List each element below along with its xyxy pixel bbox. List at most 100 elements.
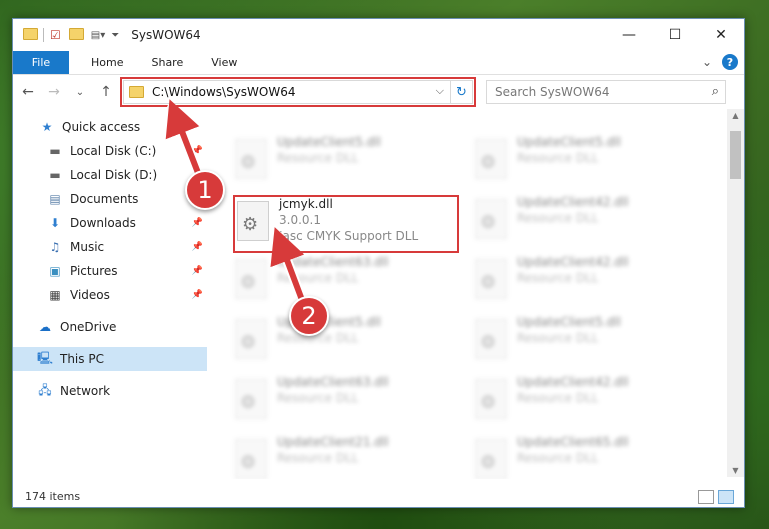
sidebar-item-label: Music — [70, 240, 105, 254]
scroll-down-icon[interactable]: ▼ — [727, 466, 744, 475]
scroll-up-icon[interactable]: ▲ — [727, 111, 744, 120]
file-type: Resource DLL — [517, 331, 599, 345]
sidebar-item-label: This PC — [60, 352, 104, 366]
up-icon[interactable]: ↑ — [95, 84, 117, 100]
sidebar-item-documents[interactable]: ▤ Documents 📌 — [13, 187, 207, 211]
tab-share[interactable]: Share — [137, 51, 197, 74]
navigation-pane: ★ Quick access ▬ Local Disk (C:) 📌 ▬ Loc… — [13, 115, 207, 477]
sidebar-item-local-disk-d[interactable]: ▬ Local Disk (D:) — [13, 163, 207, 187]
back-icon[interactable]: ← — [17, 84, 39, 100]
list-item[interactable]: ⚙ UpdateClient63.dll Resource DLL — [235, 375, 465, 425]
tab-home[interactable]: Home — [77, 51, 137, 74]
tab-view[interactable]: View — [197, 51, 251, 74]
file-list: ⚙ UpdateClient5.dll Resource DLL ⚙ Update… — [213, 111, 723, 479]
navigation-bar: ← → ⌄ ↑ C:\Windows\SysWOW64 ⌵ ↻ Search S… — [13, 75, 744, 109]
properties-icon[interactable]: ☑ — [50, 28, 61, 42]
expand-ribbon-icon[interactable]: ⌄ — [702, 55, 712, 69]
toolbar-expand-icon[interactable]: ⏷ — [111, 30, 119, 41]
file-name: UpdateClient5.dll — [517, 135, 621, 149]
close-button[interactable]: ✕ — [698, 19, 744, 51]
pin-icon: 📌 — [191, 242, 203, 252]
drive-icon: ▬ — [49, 168, 61, 182]
sidebar-item-pictures[interactable]: ▣ Pictures 📌 — [13, 259, 207, 283]
title-bar: ☑ ▤▾ ⏷ SysWOW64 — ☐ ✕ — [13, 19, 744, 51]
sidebar-item-label: Network — [60, 384, 111, 398]
file-name: UpdateClient63.dll — [277, 375, 389, 389]
search-icon[interactable]: ⌕ — [712, 84, 719, 99]
help-icon[interactable]: ? — [722, 54, 738, 70]
pin-icon: 📌 — [191, 146, 203, 156]
sidebar-item-label: OneDrive — [60, 320, 117, 334]
dll-file-icon: ⚙ — [475, 259, 507, 299]
sidebar-item-music[interactable]: ♫ Music 📌 — [13, 235, 207, 259]
network-icon: 🖧 — [38, 382, 52, 397]
sidebar-item-label: Documents — [70, 192, 139, 206]
list-item[interactable]: ⚙ UpdateClient63.dll Resource DLL — [235, 255, 465, 305]
maximize-button[interactable]: ☐ — [652, 19, 698, 51]
sidebar-item-downloads[interactable]: ⬇ Downloads 📌 — [13, 211, 207, 235]
list-item[interactable]: ⚙ UpdateClient21.dll Resource DLL — [235, 435, 465, 479]
item-count: 174 items — [25, 489, 81, 503]
pictures-icon: ▣ — [49, 264, 61, 278]
sidebar-item-label: Local Disk (D:) — [70, 168, 158, 182]
dll-file-icon: ⚙ — [235, 319, 267, 359]
recent-locations-icon[interactable]: ⌄ — [69, 87, 91, 98]
minimize-button[interactable]: — — [606, 19, 652, 51]
file-highlight-box — [233, 195, 459, 253]
sidebar-item-local-disk-c[interactable]: ▬ Local Disk (C:) 📌 — [13, 139, 207, 163]
dll-file-icon: ⚙ — [475, 379, 507, 419]
new-folder-icon[interactable] — [68, 28, 84, 42]
sidebar-item-videos[interactable]: ▦ Videos 📌 — [13, 283, 207, 307]
address-highlight-box — [120, 77, 476, 107]
search-input[interactable]: Search SysWOW64 ⌕ — [486, 80, 726, 104]
step-badge-1: 1 — [185, 170, 225, 210]
file-type: Resource DLL — [517, 391, 599, 405]
large-icons-view-icon[interactable] — [718, 490, 734, 504]
sidebar-item-quick-access[interactable]: ★ Quick access — [13, 115, 207, 139]
window-title: SysWOW64 — [131, 28, 201, 42]
scroll-thumb[interactable] — [730, 131, 741, 179]
dll-file-icon: ⚙ — [235, 139, 267, 179]
list-item[interactable]: ⚙ UpdateClient42.dll Resource DLL — [475, 255, 705, 305]
ribbon-tabs: File Home Share View ⌄ ? — [13, 51, 744, 75]
forward-icon[interactable]: → — [43, 84, 65, 100]
sidebar-item-network[interactable]: 🖧 Network — [13, 379, 207, 403]
customize-quick-access-icon[interactable]: ▤▾ — [91, 30, 105, 41]
sidebar-item-label: Downloads — [70, 216, 136, 230]
sidebar-item-label: Local Disk (C:) — [70, 144, 157, 158]
explorer-window: ☑ ▤▾ ⏷ SysWOW64 — ☐ ✕ File Home Share Vi… — [12, 18, 745, 508]
file-type: Resource DLL — [277, 451, 359, 465]
sidebar-item-onedrive[interactable]: ☁ OneDrive — [13, 315, 207, 339]
list-item[interactable]: ⚙ UpdateClient5.dll Resource DLL — [475, 135, 705, 185]
file-name: UpdateClient42.dll — [517, 375, 629, 389]
file-type: Resource DLL — [277, 391, 359, 405]
cloud-icon: ☁ — [39, 320, 51, 334]
list-item[interactable]: ⚙ UpdateClient42.dll Resource DLL — [475, 195, 705, 245]
sidebar-item-this-pc[interactable]: 🖳 This PC — [13, 347, 207, 371]
list-item[interactable]: ⚙ UpdateClient42.dll Resource DLL — [475, 375, 705, 425]
drive-icon: ▬ — [49, 144, 61, 158]
vertical-scrollbar[interactable]: ▲ ▼ — [727, 109, 744, 477]
file-name: UpdateClient5.dll — [517, 315, 621, 329]
search-placeholder: Search SysWOW64 — [495, 85, 610, 99]
list-item[interactable]: ⚙ UpdateClient65.dll Resource DLL — [475, 435, 705, 479]
file-type: Resource DLL — [517, 211, 599, 225]
list-item[interactable]: ⚙ UpdateClient5.dll Resource DLL — [235, 135, 465, 185]
download-icon: ⬇ — [49, 216, 61, 230]
step-badge-2: 2 — [289, 296, 329, 336]
dll-file-icon: ⚙ — [235, 379, 267, 419]
list-item[interactable]: ⚙ UpdateClient5.dll Resource DLL — [235, 315, 465, 365]
file-type: Resource DLL — [277, 271, 359, 285]
file-type: Resource DLL — [517, 271, 599, 285]
documents-icon: ▤ — [49, 192, 61, 206]
file-type: Resource DLL — [517, 151, 599, 165]
details-view-icon[interactable] — [698, 490, 714, 504]
sidebar-item-label: Quick access — [62, 120, 141, 134]
sidebar-item-label: Pictures — [70, 264, 118, 278]
list-item[interactable]: ⚙ UpdateClient5.dll Resource DLL — [475, 315, 705, 365]
tab-file[interactable]: File — [13, 51, 69, 74]
videos-icon: ▦ — [49, 288, 61, 302]
pin-icon: 📌 — [191, 266, 203, 276]
file-type: Resource DLL — [517, 451, 599, 465]
folder-icon — [23, 28, 38, 42]
